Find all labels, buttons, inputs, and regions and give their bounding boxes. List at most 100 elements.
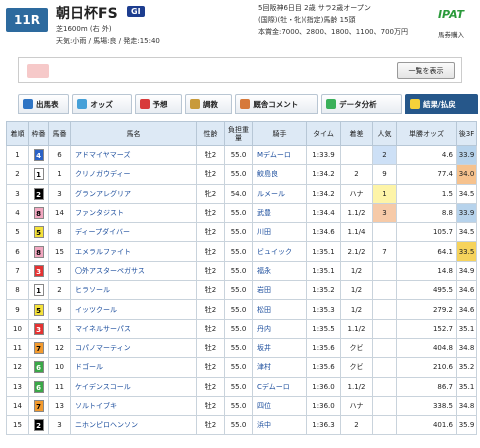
- jockey-link[interactable]: 浜中: [252, 415, 307, 436]
- horse-name-link[interactable]: ケイデンスコール: [70, 376, 197, 397]
- popularity-cell: [372, 260, 397, 282]
- jockey-link[interactable]: 岩田: [252, 280, 307, 301]
- horse-name-link[interactable]: ヒラソール: [70, 280, 197, 301]
- tab-result[interactable]: 結果/払戻: [405, 94, 478, 114]
- waku-cell: 6: [28, 376, 49, 397]
- popularity-cell: 9: [372, 164, 397, 185]
- horse-name-link[interactable]: コパノマーティン: [70, 337, 197, 359]
- jockey-link[interactable]: 津村: [252, 357, 307, 378]
- horse-name-link[interactable]: クリノガウディー: [70, 164, 197, 185]
- jockey-link[interactable]: 鮫島良: [252, 164, 307, 185]
- column-header: 負担重量: [224, 121, 253, 146]
- tab-list[interactable]: 出馬表: [18, 94, 70, 114]
- horse-name-link[interactable]: マイネルサーパス: [70, 318, 197, 339]
- margin-cell: 1/2: [340, 280, 373, 301]
- tab-bar: 出馬表 オッズ 予想 調教 厩舎コメント データ分析 結果/払戻: [18, 94, 478, 116]
- sex-age-cell: 牡2: [196, 337, 225, 359]
- popularity-cell: 2: [372, 144, 397, 166]
- sex-age-cell: 牡2: [196, 395, 225, 417]
- odds-cell: 8.8: [396, 202, 457, 224]
- rank-cell: 6: [6, 241, 29, 262]
- horse-name-link[interactable]: イッツクール: [70, 299, 197, 320]
- horse-name-link[interactable]: ディープダイバー: [70, 222, 197, 243]
- time-cell: 1:34.4: [306, 202, 341, 224]
- jockey-link[interactable]: 川田: [252, 222, 307, 243]
- horse-number-cell: 13: [48, 395, 71, 417]
- tab-odds[interactable]: オッズ: [72, 94, 132, 114]
- weight-cell: 55.0: [224, 395, 253, 417]
- tab-horse[interactable]: 調教: [184, 94, 233, 114]
- horse-name-link[interactable]: エメラルファイト: [70, 241, 197, 262]
- waku-cell: 1: [28, 280, 49, 301]
- jockey-link[interactable]: ルメール: [252, 183, 307, 204]
- sex-age-cell: 牡2: [196, 164, 225, 185]
- tab-chart[interactable]: データ分析: [321, 94, 402, 114]
- weight-cell: 55.0: [224, 280, 253, 301]
- horse-number-cell: 10: [48, 357, 71, 378]
- weight-cell: 55.0: [224, 144, 253, 166]
- horse-name-link[interactable]: ドゴール: [70, 357, 197, 378]
- tab-comment[interactable]: 厩舎コメント: [235, 94, 319, 114]
- sex-age-cell: 牡2: [196, 280, 225, 301]
- table-row: 3 2 3 グランアレグリア 牝2 54.0 ルメール 1:34.2 ハナ 1 1.5 34.5: [6, 183, 477, 204]
- margin-cell: 2.1/2: [340, 241, 373, 262]
- popularity-cell: 1: [372, 183, 397, 204]
- horse-name-link[interactable]: アドマイヤマーズ: [70, 144, 197, 166]
- waku-badge: 2: [33, 419, 44, 432]
- ipat-button[interactable]: IPAT 馬券購入: [426, 8, 476, 44]
- rank-cell: 3: [6, 183, 29, 204]
- horse-name-link[interactable]: ファンタジスト: [70, 202, 197, 224]
- weight-cell: 55.0: [224, 337, 253, 359]
- waku-badge: 5: [33, 226, 44, 239]
- horse-name-link[interactable]: グランアレグリア: [70, 183, 197, 204]
- horse-number-cell: 8: [48, 222, 71, 243]
- jockey-link[interactable]: Cデムーロ: [252, 376, 307, 397]
- prize-money-info: 本賞金:7000、2800、1800、1100、700万円: [258, 28, 408, 36]
- last3f-cell: 34.6: [456, 299, 477, 320]
- horse-name-link[interactable]: ソルトイブキ: [70, 395, 197, 417]
- race-name: 朝日杯FS: [56, 6, 118, 22]
- sex-age-cell: 牡2: [196, 376, 225, 397]
- table-row: 12 6 10 ドゴール 牡2 55.0 津村 1:35.6 クビ 210.6 35.2: [6, 357, 477, 378]
- waku-badge: 3: [33, 264, 44, 277]
- popularity-cell: [372, 222, 397, 243]
- popularity-cell: [372, 280, 397, 301]
- last3f-cell: 35.1: [456, 376, 477, 397]
- jockey-link[interactable]: 坂井: [252, 337, 307, 359]
- sex-age-cell: 牡2: [196, 222, 225, 243]
- jockey-link[interactable]: Mデムーロ: [252, 144, 307, 166]
- last3f-cell: 34.0: [456, 164, 477, 185]
- popularity-cell: 3: [372, 202, 397, 224]
- weight-cell: 55.0: [224, 260, 253, 282]
- jockey-link[interactable]: ビュイック: [252, 241, 307, 262]
- waku-badge: 8: [33, 245, 44, 258]
- column-header: 単勝オッズ: [396, 121, 457, 146]
- weight-cell: 55.0: [224, 202, 253, 224]
- waku-badge: 5: [33, 303, 44, 316]
- margin-cell: 1/2: [340, 299, 373, 320]
- horse-name-link[interactable]: 〇外アスターペガサス: [70, 260, 197, 282]
- weight-cell: 55.0: [224, 357, 253, 378]
- jockey-link[interactable]: 四位: [252, 395, 307, 417]
- jockey-link[interactable]: 松田: [252, 299, 307, 320]
- horse-name-link[interactable]: ニホンピロヘンソン: [70, 415, 197, 436]
- jockey-link[interactable]: 武豊: [252, 202, 307, 224]
- jockey-link[interactable]: 福永: [252, 260, 307, 282]
- tab-label: 結果/払戻: [423, 99, 456, 109]
- horse-number-cell: 6: [48, 144, 71, 166]
- horse-number-cell: 5: [48, 318, 71, 339]
- table-row: 6 8 15 エメラルファイト 牡2 55.0 ビュイック 1:35.1 2.1/2 7 64.1 3…: [6, 241, 477, 262]
- rank-cell: 4: [6, 202, 29, 224]
- column-header: 馬番: [48, 121, 71, 146]
- column-header: 後3F: [456, 121, 477, 146]
- waku-cell: 1: [28, 164, 49, 185]
- waku-cell: 7: [28, 395, 49, 417]
- show-list-button[interactable]: 一覧を表示: [397, 62, 455, 79]
- tab-target[interactable]: 予想: [134, 94, 182, 114]
- last3f-cell: 35.2: [456, 357, 477, 378]
- jockey-link[interactable]: 丹内: [252, 318, 307, 339]
- odds-cell: 86.7: [396, 376, 457, 397]
- time-cell: 1:35.3: [306, 299, 341, 320]
- ipat-logo: IPAT: [437, 8, 465, 21]
- table-row: 4 8 14 ファンタジスト 牡2 55.0 武豊 1:34.4 1.1/2 3 8.8 33.9: [6, 202, 477, 224]
